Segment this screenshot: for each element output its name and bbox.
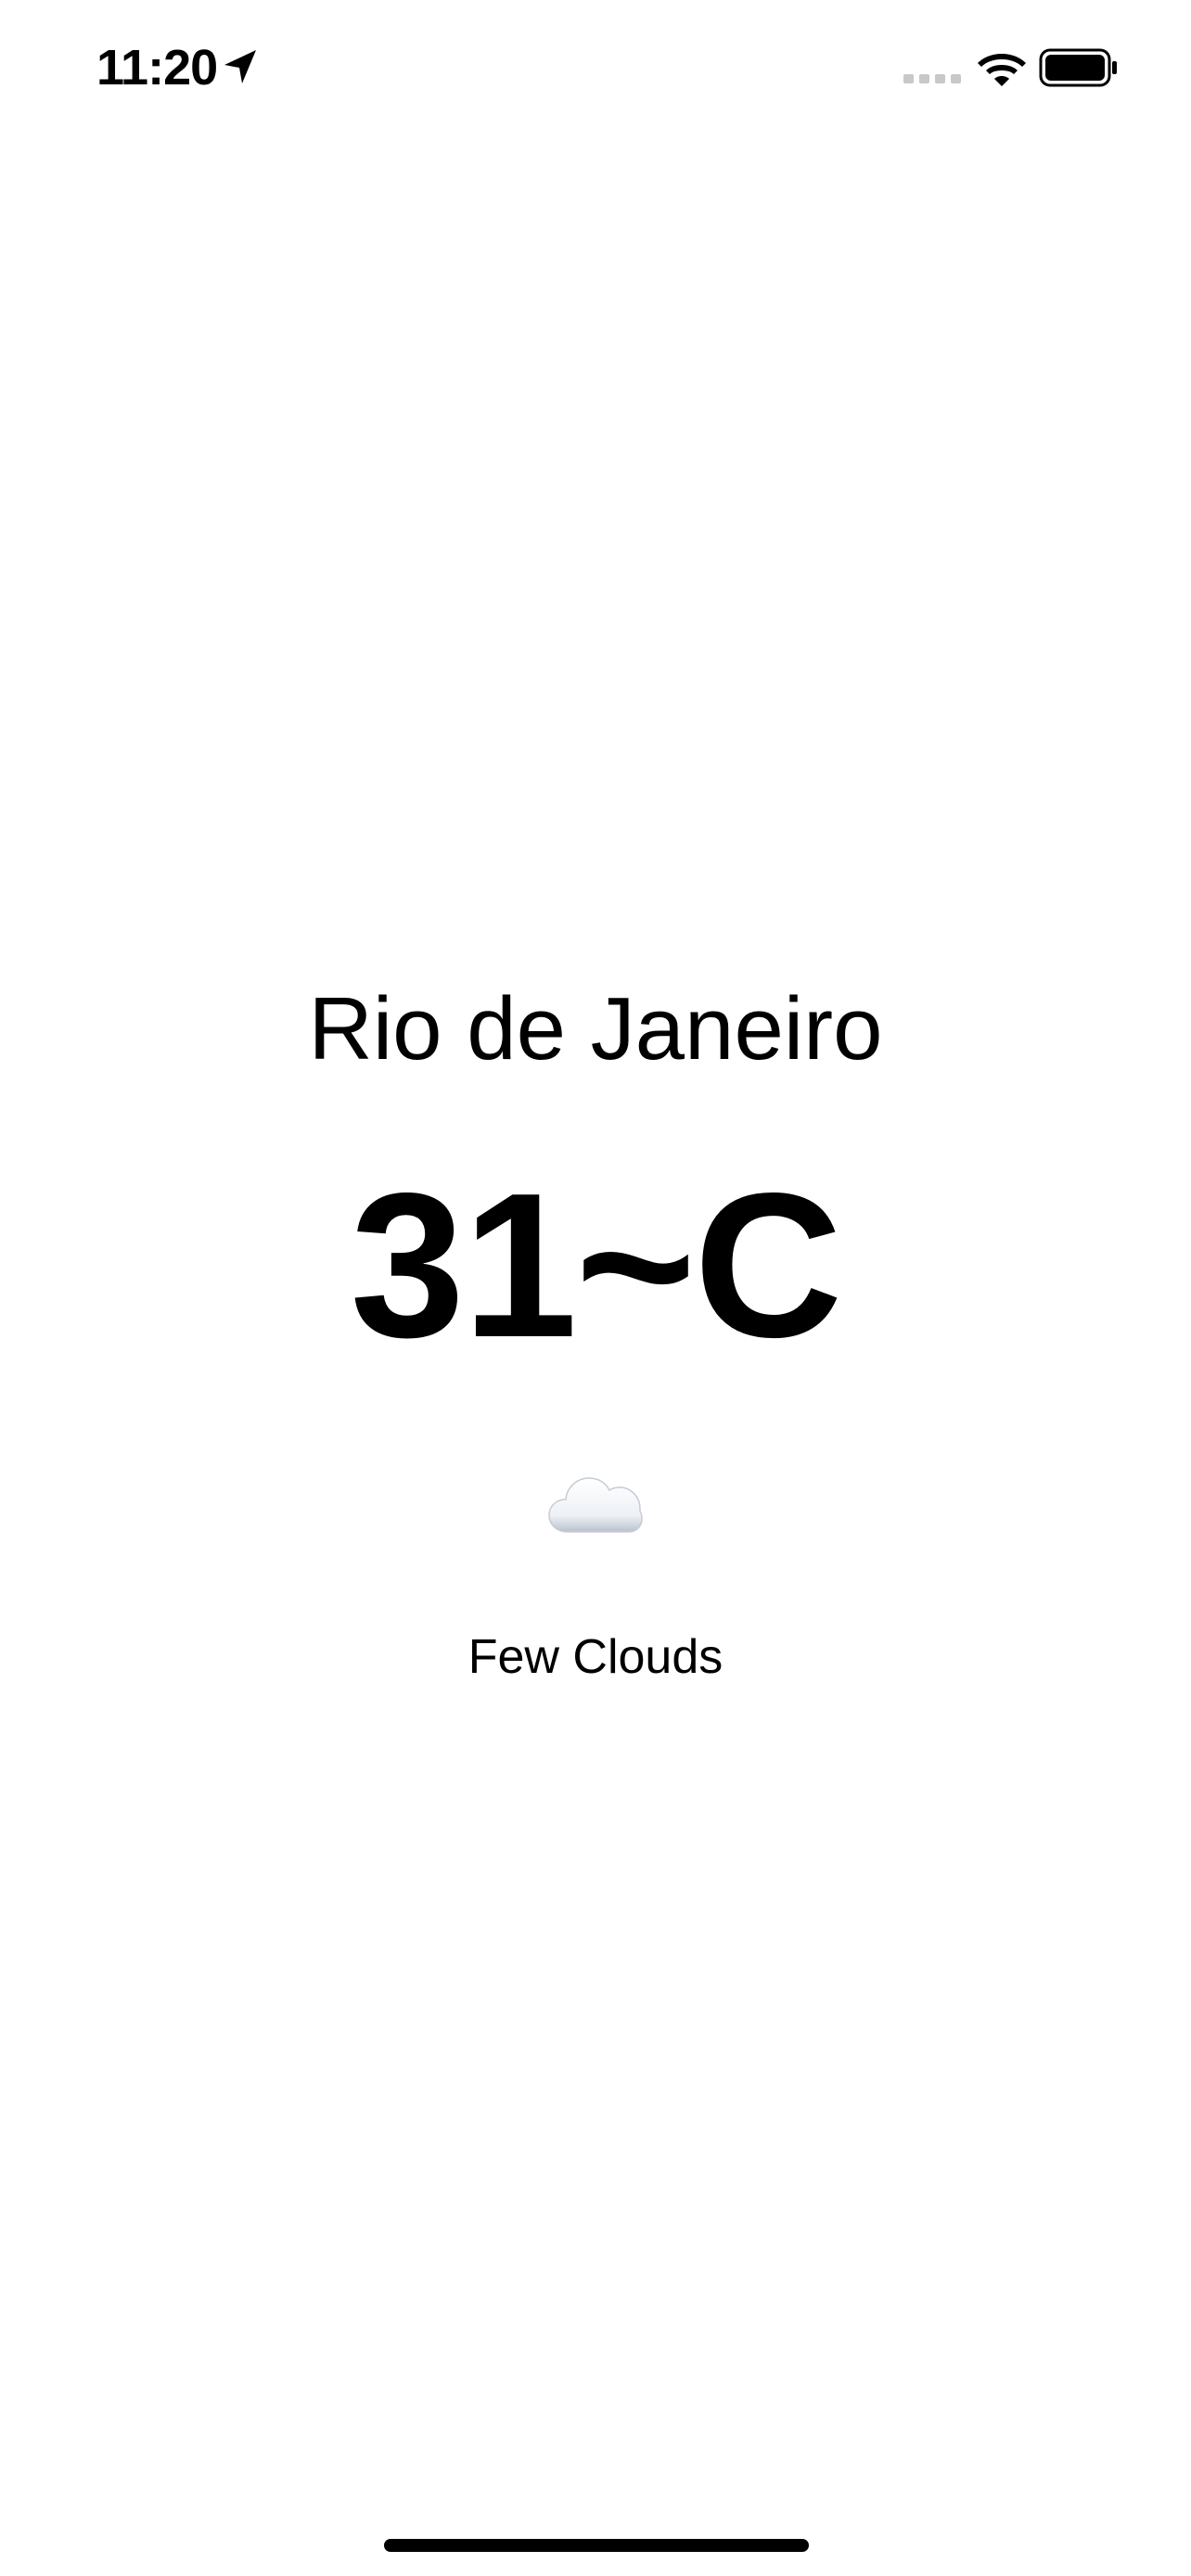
cloud-icon xyxy=(548,1477,643,1533)
city-name: Rio de Janeiro xyxy=(308,979,883,1078)
status-bar: 11:20 xyxy=(0,0,1191,139)
status-time: 11:20 xyxy=(96,40,218,96)
cellular-signal-icon xyxy=(903,74,961,83)
wifi-icon xyxy=(978,54,1026,86)
location-arrow-icon xyxy=(224,50,256,83)
home-indicator[interactable] xyxy=(384,2539,809,2552)
temperature: 31~C xyxy=(350,1151,843,1381)
weather-description: Few Clouds xyxy=(467,1630,724,1684)
battery-icon xyxy=(1039,48,1117,87)
